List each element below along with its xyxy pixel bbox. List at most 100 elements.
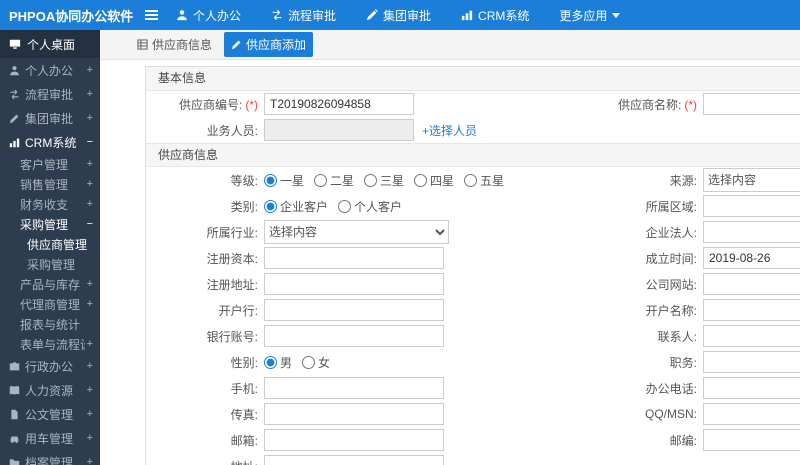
sidebar-item-document-mgmt[interactable]: 公文管理 + bbox=[0, 402, 100, 426]
sidebar-item-purchase-mgmt[interactable]: 采购管理 − bbox=[0, 214, 100, 234]
office-phone-input[interactable] bbox=[703, 377, 800, 399]
nav-process-approval[interactable]: 流程审批 bbox=[271, 7, 336, 24]
nav-personal-office[interactable]: 个人办公 bbox=[176, 7, 241, 24]
sidebar-item-personal-office[interactable]: 个人办公 + bbox=[0, 58, 100, 82]
industry-select[interactable]: 选择内容 bbox=[264, 220, 449, 244]
hamburger-icon[interactable] bbox=[136, 10, 166, 20]
top-menu: 个人办公 流程审批 集团审批 CRM系统 更多应用 bbox=[176, 7, 650, 24]
level-radio-1[interactable] bbox=[264, 173, 277, 187]
level-option-3[interactable]: 三星 bbox=[364, 172, 404, 189]
expand-toggle-icon: + bbox=[86, 338, 93, 350]
document-icon bbox=[9, 409, 20, 420]
gender-radio-female[interactable] bbox=[302, 355, 316, 369]
reg-capital-input[interactable] bbox=[264, 247, 444, 269]
category-option-company[interactable]: 企业客户 bbox=[264, 198, 328, 215]
gender-option-female[interactable]: 女 bbox=[302, 354, 330, 371]
form-row: 邮箱: 邮编: bbox=[146, 427, 800, 453]
category-radio-group: 企业客户 个人客户 bbox=[264, 198, 609, 215]
sidebar-item-label: 表单与流程设置 bbox=[20, 337, 85, 352]
supplier-add-form: 基本信息 供应商编号:(*) 供应商名称:(*) 业务人员: +选择人员 供应 bbox=[145, 66, 800, 465]
required-mark: (*) bbox=[684, 97, 697, 112]
sidebar-item-purchasing[interactable]: 采购管理 bbox=[0, 254, 100, 274]
gender-label: 性别: bbox=[230, 355, 258, 370]
level-option-2[interactable]: 二星 bbox=[314, 172, 354, 189]
account-name-input[interactable] bbox=[703, 299, 800, 321]
level-radio-4[interactable] bbox=[414, 173, 428, 187]
sidebar: 个人桌面 个人办公 + 流程审批 + 集团审批 + CRM系统 − 客户管理 +… bbox=[0, 30, 100, 465]
qq-input[interactable] bbox=[703, 403, 800, 425]
supplier-no-input[interactable] bbox=[264, 93, 414, 115]
category-option-person[interactable]: 个人客户 bbox=[338, 198, 402, 215]
level-option-1[interactable]: 一星 bbox=[264, 172, 304, 189]
sidebar-item-hr[interactable]: 人力资源 + bbox=[0, 378, 100, 402]
nav-crm-system[interactable]: CRM系统 bbox=[461, 7, 529, 24]
form-row: 注册地址: 公司网站: bbox=[146, 271, 800, 297]
level-radio-2[interactable] bbox=[314, 173, 328, 187]
sidebar-item-label: 供应商管理 bbox=[27, 237, 88, 252]
sidebar-item-agent-mgmt[interactable]: 代理商管理 + bbox=[0, 294, 100, 314]
contact-input[interactable] bbox=[703, 325, 800, 347]
tab-supplier-info[interactable]: 供应商信息 bbox=[130, 32, 219, 57]
choose-person-link[interactable]: +选择人员 bbox=[422, 122, 477, 139]
source-select[interactable]: 选择内容 bbox=[703, 168, 800, 192]
sales-person-input[interactable] bbox=[264, 119, 414, 141]
position-label: 职务: bbox=[669, 355, 697, 370]
sidebar-item-group-approval[interactable]: 集团审批 + bbox=[0, 106, 100, 130]
level-radio-3[interactable] bbox=[364, 173, 378, 187]
sidebar-item-product-inventory[interactable]: 产品与库存 + bbox=[0, 274, 100, 294]
sidebar-item-label: 个人桌面 bbox=[27, 37, 76, 52]
website-input[interactable] bbox=[703, 273, 800, 295]
sidebar-item-sales-mgmt[interactable]: 销售管理 + bbox=[0, 174, 100, 194]
nav-more-apps[interactable]: 更多应用 bbox=[559, 7, 621, 24]
form-row: 开户行: 开户名称: bbox=[146, 297, 800, 323]
tab-supplier-add[interactable]: 供应商添加 bbox=[224, 32, 314, 57]
founded-date-input[interactable] bbox=[703, 247, 800, 269]
reg-address-input[interactable] bbox=[264, 273, 444, 295]
address-input[interactable] bbox=[264, 455, 444, 465]
nav-group-approval[interactable]: 集团审批 bbox=[366, 7, 431, 24]
sidebar-item-finance[interactable]: 财务收支 + bbox=[0, 194, 100, 214]
level-label: 等级: bbox=[230, 173, 258, 188]
legal-person-input[interactable] bbox=[703, 221, 800, 243]
level-option-5[interactable]: 五星 bbox=[464, 172, 504, 189]
category-radio-company[interactable] bbox=[264, 199, 277, 213]
gender-radio-group: 男 女 bbox=[264, 354, 609, 371]
nav-label: 流程审批 bbox=[288, 8, 337, 23]
sidebar-item-crm-system[interactable]: CRM系统 − bbox=[0, 130, 100, 154]
mobile-input[interactable] bbox=[264, 377, 444, 399]
gender-radio-male[interactable] bbox=[264, 355, 277, 369]
gender-option-male[interactable]: 男 bbox=[264, 354, 292, 371]
level-radio-5[interactable] bbox=[464, 173, 478, 187]
tab-label: 供应商信息 bbox=[152, 38, 213, 52]
mobile-label: 手机: bbox=[230, 381, 258, 396]
fax-label: 传真: bbox=[230, 407, 258, 422]
sidebar-item-process-approval[interactable]: 流程审批 + bbox=[0, 82, 100, 106]
bank-account-input[interactable] bbox=[264, 325, 444, 347]
sidebar-item-form-flow-settings[interactable]: 表单与流程设置 + bbox=[0, 334, 100, 354]
zip-input[interactable] bbox=[703, 429, 800, 451]
supplier-name-label: 供应商名称: (*) bbox=[617, 97, 697, 112]
email-input[interactable] bbox=[264, 429, 444, 451]
fax-input[interactable] bbox=[264, 403, 444, 425]
sidebar-item-archive-mgmt[interactable]: 档案管理 + bbox=[0, 450, 100, 465]
sidebar-item-customer-mgmt[interactable]: 客户管理 + bbox=[0, 154, 100, 174]
book-icon bbox=[9, 385, 20, 396]
add-form-icon bbox=[231, 39, 242, 50]
form-row: 银行账号: 联系人: bbox=[146, 323, 800, 349]
sidebar-item-admin-office[interactable]: 行政办公 + bbox=[0, 354, 100, 378]
main-content: 供应商信息 供应商添加 基本信息 供应商编号:(*) 供应商名称:(*) 业务人… bbox=[100, 30, 800, 465]
supplier-name-input[interactable] bbox=[703, 93, 800, 115]
category-radio-person[interactable] bbox=[338, 199, 352, 213]
level-option-4[interactable]: 四星 bbox=[414, 172, 454, 189]
tab-label: 供应商添加 bbox=[246, 38, 307, 52]
region-input[interactable] bbox=[703, 195, 800, 217]
sidebar-item-supplier-mgmt[interactable]: 供应商管理 bbox=[0, 234, 100, 254]
sidebar-item-vehicle-mgmt[interactable]: 用车管理 + bbox=[0, 426, 100, 450]
account-name-label: 开户名称: bbox=[645, 303, 697, 318]
bank-input[interactable] bbox=[264, 299, 444, 321]
sidebar-item-reports[interactable]: 报表与统计 bbox=[0, 314, 100, 334]
office-phone-label: 办公电话: bbox=[645, 381, 697, 396]
position-input[interactable] bbox=[703, 351, 800, 373]
sidebar-item-desktop[interactable]: 个人桌面 bbox=[0, 30, 100, 58]
desktop-icon bbox=[9, 38, 21, 50]
